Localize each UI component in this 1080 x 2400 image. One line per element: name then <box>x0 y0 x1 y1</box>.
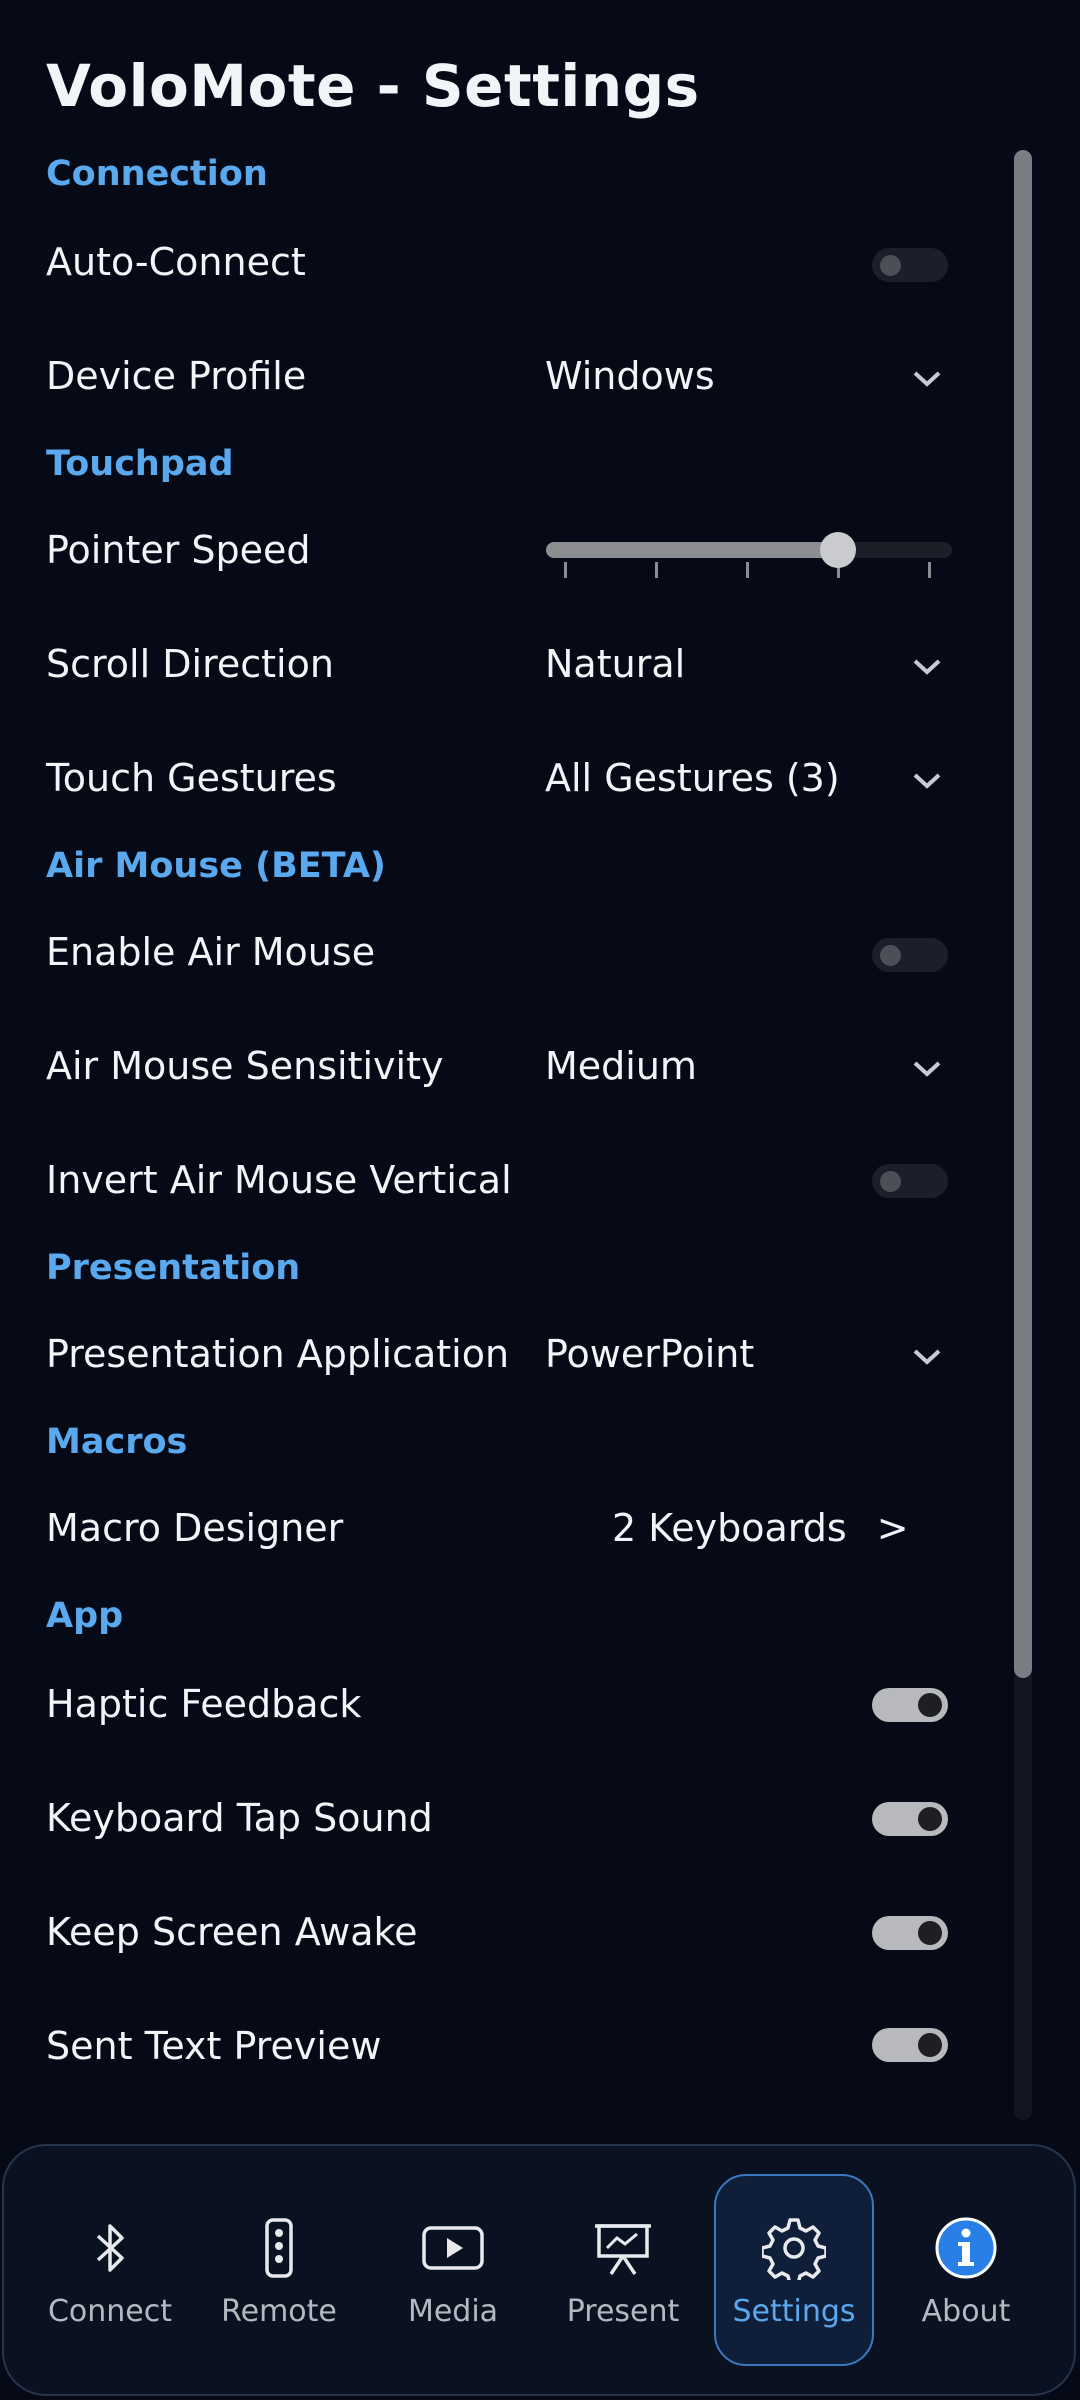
toggle-knob <box>880 1171 901 1192</box>
invert-air-mouse-toggle[interactable] <box>872 1164 948 1198</box>
gear-icon <box>762 2218 826 2280</box>
nav-label: Present <box>566 2294 680 2329</box>
scrollbar[interactable] <box>1014 150 1032 2120</box>
sent-text-preview-toggle[interactable] <box>872 2028 948 2062</box>
auto-connect-toggle[interactable] <box>872 248 948 282</box>
invert-air-mouse-label: Invert Air Mouse Vertical <box>46 1158 512 1202</box>
nav-item-settings[interactable]: Settings <box>714 2144 874 2394</box>
nav-item-media[interactable]: Media <box>373 2144 533 2394</box>
scroll-direction-dropdown[interactable]: Natural <box>545 642 685 686</box>
keyboard-tap-sound-label: Keyboard Tap Sound <box>46 1796 433 1840</box>
slider-thumb[interactable] <box>820 532 856 568</box>
nav-label: Connect <box>47 2294 173 2329</box>
macro-designer-label: Macro Designer <box>46 1506 344 1550</box>
toggle-knob <box>880 945 901 966</box>
toggle-knob <box>918 1693 942 1717</box>
device-profile-dropdown[interactable]: Windows <box>545 354 715 398</box>
nav-label: Media <box>407 2294 499 2329</box>
toggle-knob <box>880 255 901 276</box>
slider-tick <box>746 562 749 578</box>
enable-air-mouse-toggle[interactable] <box>872 938 948 972</box>
scroll-direction-label: Scroll Direction <box>46 642 334 686</box>
section-app: App <box>46 1596 124 1636</box>
presentation-icon <box>595 2224 651 2275</box>
nav-label: Settings <box>732 2294 856 2329</box>
auto-connect-label: Auto-Connect <box>46 240 306 284</box>
nav-item-present[interactable]: Present <box>543 2144 703 2394</box>
keep-screen-awake-label: Keep Screen Awake <box>46 1910 418 1954</box>
nav-label: Remote <box>221 2294 337 2329</box>
chevron-right-icon: > <box>876 1506 909 1550</box>
remote-icon <box>265 2218 293 2278</box>
toggle-knob <box>918 1807 942 1831</box>
keyboard-tap-sound-toggle[interactable] <box>872 1802 948 1836</box>
slider-fill <box>546 542 838 558</box>
slider-tick <box>655 562 658 578</box>
section-touchpad: Touchpad <box>46 444 234 484</box>
nav-item-remote[interactable]: Remote <box>199 2144 359 2394</box>
chevron-down-icon[interactable] <box>910 1346 944 1368</box>
air-mouse-sensitivity-dropdown[interactable]: Medium <box>545 1044 697 1088</box>
section-connection: Connection <box>46 154 268 194</box>
pointer-speed-slider[interactable] <box>546 532 952 584</box>
chevron-down-icon[interactable] <box>910 1058 944 1080</box>
info-icon <box>935 2217 997 2279</box>
touch-gestures-label: Touch Gestures <box>46 756 337 800</box>
macro-designer-link[interactable]: 2 Keyboards > <box>612 1506 909 1550</box>
nav-label: About <box>921 2294 1011 2329</box>
macro-designer-value: 2 Keyboards <box>612 1506 847 1550</box>
play-icon <box>422 2226 484 2270</box>
device-profile-label: Device Profile <box>46 354 307 398</box>
section-presentation: Presentation <box>46 1248 301 1288</box>
pointer-speed-label: Pointer Speed <box>46 528 311 572</box>
haptic-feedback-toggle[interactable] <box>872 1688 948 1722</box>
chevron-down-icon[interactable] <box>910 770 944 792</box>
chevron-down-icon[interactable] <box>910 656 944 678</box>
page-title: VoloMote - Settings <box>46 52 700 120</box>
touch-gestures-dropdown[interactable]: All Gestures (3) <box>545 756 840 800</box>
toggle-knob <box>918 2033 942 2057</box>
nav-item-connect[interactable]: Connect <box>30 2144 190 2394</box>
enable-air-mouse-label: Enable Air Mouse <box>46 930 376 974</box>
presentation-app-label: Presentation Application <box>46 1332 510 1376</box>
chevron-down-icon[interactable] <box>910 368 944 390</box>
sent-text-preview-label: Sent Text Preview <box>46 2024 382 2068</box>
scrollbar-thumb[interactable] <box>1014 150 1032 1678</box>
bluetooth-icon <box>96 2224 124 2272</box>
keep-screen-awake-toggle[interactable] <box>872 1916 948 1950</box>
haptic-feedback-label: Haptic Feedback <box>46 1682 362 1726</box>
section-macros: Macros <box>46 1422 188 1462</box>
presentation-app-dropdown[interactable]: PowerPoint <box>545 1332 754 1376</box>
section-air-mouse: Air Mouse (BETA) <box>46 846 386 886</box>
toggle-knob <box>918 1921 942 1945</box>
air-mouse-sensitivity-label: Air Mouse Sensitivity <box>46 1044 444 1088</box>
nav-item-about[interactable]: About <box>886 2144 1046 2394</box>
slider-tick <box>564 562 567 578</box>
slider-tick <box>928 562 931 578</box>
